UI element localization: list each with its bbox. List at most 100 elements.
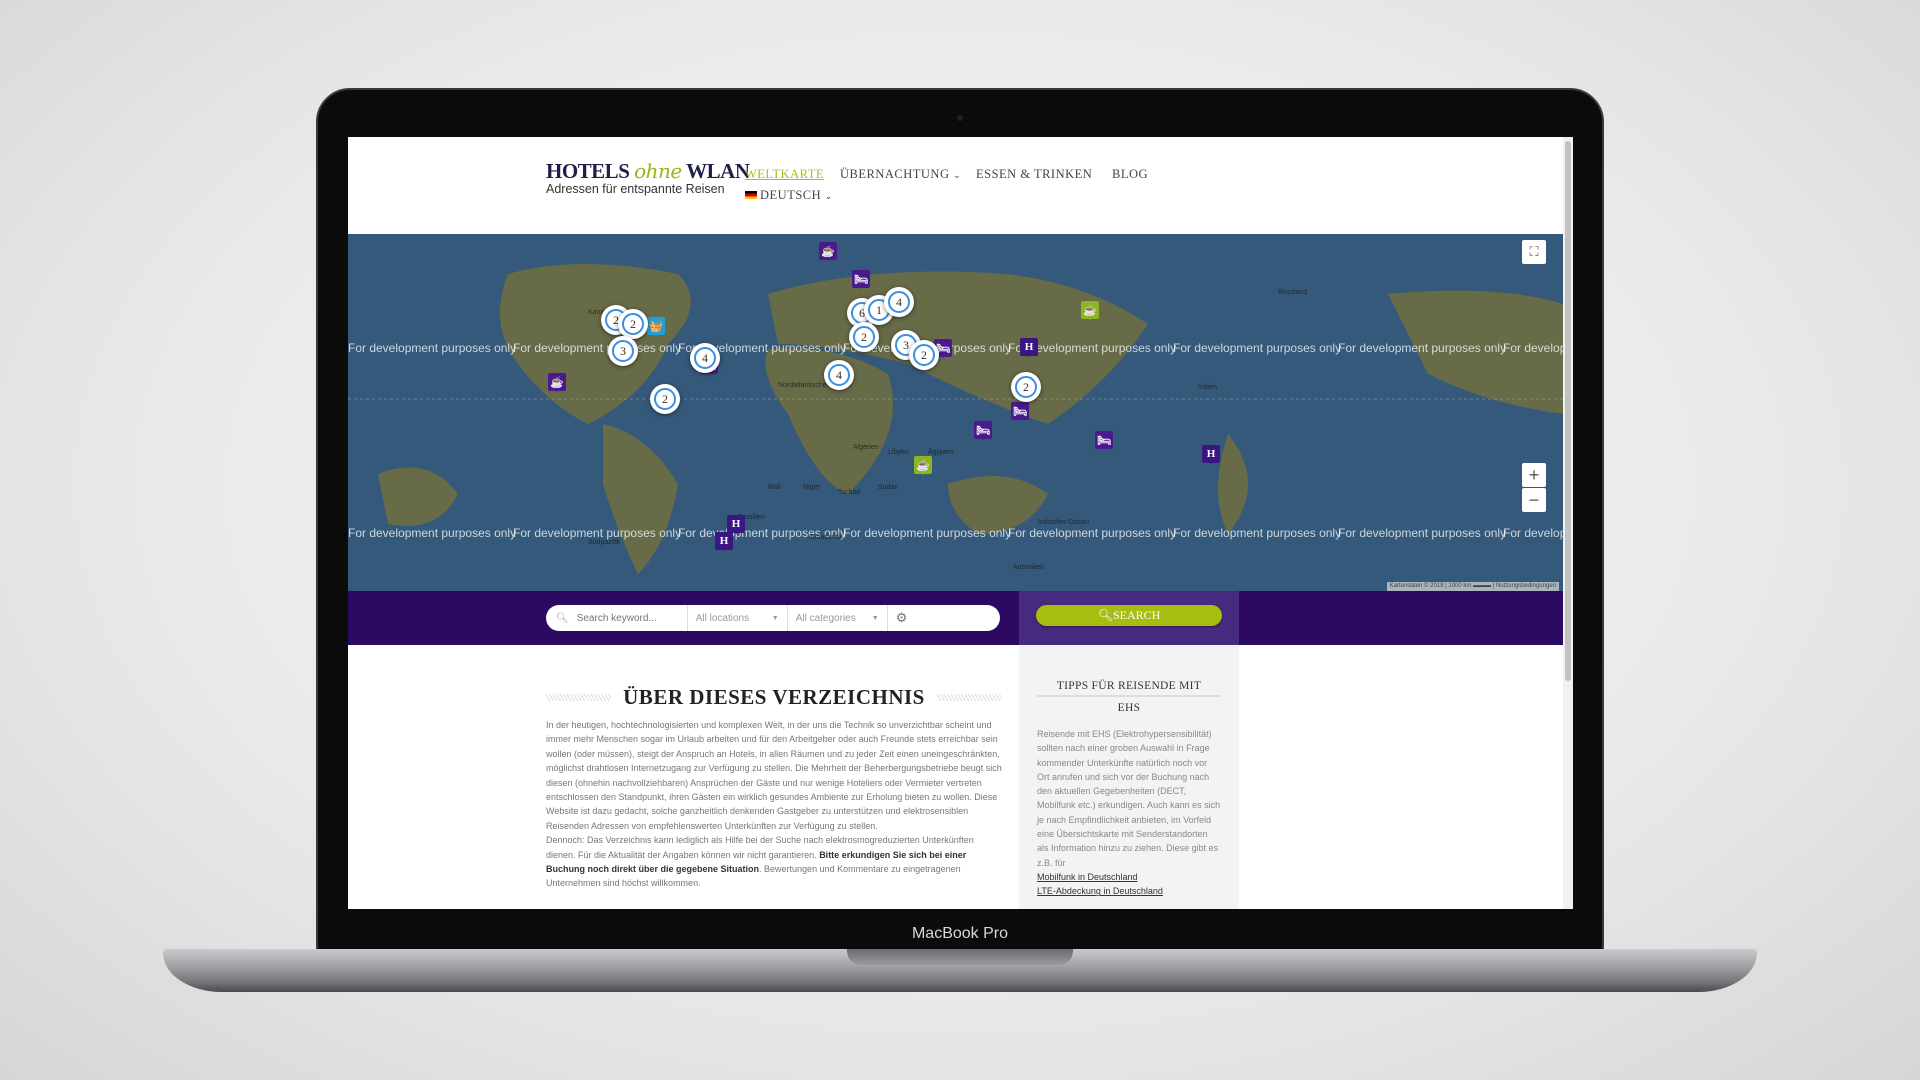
category-select[interactable]: All categories ▼ — [788, 605, 888, 631]
shop-basket-marker-icon[interactable]: 🧺 — [647, 317, 665, 336]
map-label: Indien — [1198, 384, 1218, 391]
search-button[interactable]: 🔍︎ SEARCH — [1036, 605, 1222, 626]
map-label: Niger — [803, 484, 820, 491]
restaurant-green-marker-icon[interactable]: ☕ — [1081, 301, 1099, 320]
bed-marker-icon[interactable]: 🛏 — [1095, 431, 1113, 450]
scrollbar[interactable] — [1563, 137, 1573, 909]
link-lte[interactable]: LTE-Abdeckung in Deutschland — [1037, 884, 1221, 898]
logo-text: WLAN — [686, 159, 750, 183]
map-terms-link[interactable]: Nutzungsbedingungen — [1496, 583, 1556, 589]
map-cluster[interactable]: 4 — [824, 360, 854, 390]
hotel-h-marker-icon[interactable]: H — [715, 532, 733, 551]
cluster-count: 4 — [694, 347, 716, 369]
camera — [957, 115, 963, 121]
site-header: HOTELS ohne WLAN Adressen für entspannte… — [348, 137, 1563, 234]
cluster-count: 4 — [888, 291, 910, 313]
logo[interactable]: HOTELS ohne WLAN Adressen für entspannte… — [546, 159, 750, 196]
map-label: Mali — [768, 484, 781, 491]
cafe-purple-marker-icon[interactable]: ☕ — [548, 373, 566, 392]
nav-essen-trinken[interactable]: ESSEN & TRINKEN — [976, 167, 1092, 182]
logo-tagline: Adressen für entspannte Reisen — [546, 182, 725, 196]
search-bar: 🔍︎ All locations ▼ All categories ▼ ⚙ 🔍︎SE… — [348, 591, 1563, 645]
de-flag-icon — [745, 191, 757, 199]
map-scale: 1000 km — [1448, 583, 1472, 589]
cluster-count: 2 — [654, 388, 676, 410]
laptop-notch — [847, 949, 1073, 965]
map-label: Russland — [1278, 289, 1308, 296]
hotel-h-marker-icon[interactable]: H — [1020, 338, 1038, 357]
bed-marker-icon[interactable]: 🛏 — [1011, 402, 1029, 421]
map-attribution: Kartendaten © 2019 | 1000 km ▬▬▬ | Nutzu… — [1386, 582, 1559, 591]
restaurant-green-marker-icon[interactable]: ☕ — [914, 456, 932, 475]
category-value: All categories — [795, 612, 856, 624]
cluster-count: 4 — [828, 364, 850, 386]
link-mobilfunk[interactable]: Mobilfunk in Deutschland — [1037, 870, 1221, 884]
device-label: MacBook Pro — [911, 925, 1009, 942]
about-text: In der heutigen, hochtechnologisierten u… — [546, 720, 1002, 831]
scrollbar-thumb[interactable] — [1565, 141, 1571, 681]
logo-text: HOTELS — [546, 159, 630, 183]
chevron-down-icon: ⌄ — [824, 191, 833, 201]
nav-blog[interactable]: BLOG — [1112, 167, 1148, 182]
language-switcher[interactable]: DEUTSCH ⌄ — [745, 188, 833, 203]
location-value: All locations — [695, 612, 750, 624]
caret-down-icon: ▼ — [871, 614, 879, 622]
map-watermark: For development purposes only — [1503, 341, 1563, 355]
map-cluster[interactable]: 4 — [690, 343, 720, 373]
map-label: Südatlantik — [808, 534, 843, 541]
cluster-count: 2 — [853, 326, 875, 348]
language-label: DEUTSCH — [760, 188, 822, 202]
map-watermark: For development purposes only — [513, 526, 682, 540]
location-select[interactable]: All locations ▼ — [688, 605, 788, 631]
sidebar-text: Reisende mit EHS (Elektrohypersensibilit… — [1037, 729, 1221, 868]
map-watermark: For development purposes only — [1008, 526, 1177, 540]
map-data-credit: Kartendaten © 2019 — [1389, 583, 1444, 589]
zoom-in-button[interactable]: + — [1522, 463, 1546, 487]
search-icon: 🔍︎ — [556, 612, 569, 624]
world-map[interactable]: For development purposes only For develop… — [348, 234, 1563, 591]
about-paragraph: In der heutigen, hochtechnologisierten u… — [546, 718, 1002, 891]
bed-marker-icon[interactable]: 🛏 — [974, 421, 992, 440]
page-title: ÜBER DIESES VERZEICHNIS — [623, 685, 925, 709]
map-label: Ägypten — [928, 449, 954, 456]
gear-icon[interactable]: ⚙ — [888, 605, 916, 631]
map-watermark: For development purposes only — [1338, 526, 1507, 540]
map-cluster[interactable]: 2 — [849, 322, 879, 352]
nav-weltkarte[interactable]: WELTKARTE — [745, 167, 824, 182]
cluster-count: 2 — [913, 344, 935, 366]
map-cluster[interactable]: 2 — [618, 309, 648, 339]
nav-uebernachtung[interactable]: ÜBERNACHTUNG ⌄ — [840, 167, 961, 182]
map-watermark: For development purposes only — [843, 526, 1012, 540]
map-cluster[interactable]: 2 — [909, 340, 939, 370]
map-watermark: For development purposes only — [513, 341, 682, 355]
browser-screen: HOTELS ohne WLAN Adressen für entspannte… — [348, 137, 1573, 909]
map-label: Tschad — [838, 489, 861, 496]
map-watermark: For development purposes only — [1173, 341, 1342, 355]
bed-marker-icon[interactable]: 🛏 — [852, 270, 870, 289]
sidebar-title: TIPPS FÜR REISENDE MIT — [1056, 680, 1202, 692]
zoom-out-button[interactable]: − — [1522, 488, 1546, 512]
divider — [936, 694, 1002, 701]
hotel-h-marker-icon[interactable]: H — [1202, 445, 1220, 464]
map-watermark: For development purposes only — [348, 526, 517, 540]
cafe-purple-marker-icon[interactable]: ☕ — [819, 242, 837, 261]
map-cluster[interactable]: 2 — [1011, 372, 1041, 402]
map-cluster[interactable]: 2 — [650, 384, 680, 414]
sidebar-title: EHS — [1117, 702, 1141, 714]
search-input[interactable] — [572, 605, 688, 631]
map-label: Südpazifik — [588, 539, 621, 546]
hotel-h-marker-icon[interactable]: H — [727, 515, 745, 534]
map-label: Indischer Ozean — [1038, 519, 1089, 526]
cluster-count: 2 — [622, 313, 644, 335]
map-cluster[interactable]: 3 — [608, 336, 638, 366]
sidebar-tips: TIPPS FÜR REISENDE MIT EHS Reisende mit … — [1019, 645, 1239, 909]
cluster-count: 2 — [1015, 376, 1037, 398]
search-icon: 🔍︎ — [1097, 608, 1113, 622]
map-watermark: For development purposes only — [1503, 526, 1563, 540]
search-form: 🔍︎ All locations ▼ All categories ▼ ⚙ — [546, 605, 1000, 631]
map-cluster[interactable]: 4 — [884, 287, 914, 317]
cluster-count: 3 — [612, 340, 634, 362]
fullscreen-icon[interactable]: ⛶ — [1522, 240, 1546, 264]
caret-down-icon: ▼ — [771, 614, 779, 622]
nav-label: ÜBERNACHTUNG — [840, 167, 950, 181]
